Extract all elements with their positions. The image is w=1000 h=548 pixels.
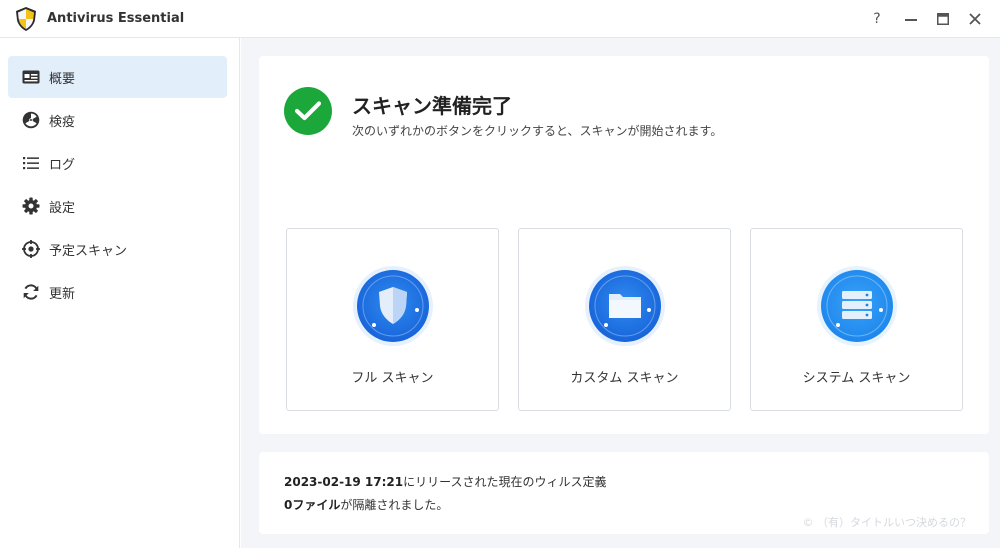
sidebar-item-label: 更新 [49,286,76,302]
sidebar: 概要 検疫 ログ 設定 予定スキャン 更新 [0,38,240,548]
sidebar-item-label: ログ [49,157,76,173]
sidebar-item-settings[interactable]: 設定 [8,185,227,227]
quarantine-count: 0ファイル [284,498,341,512]
definition-text: にリリースされた現在のウィルス定義 [403,475,607,489]
main-content: スキャン準備完了 次のいずれかのボタンをクリックすると、スキャンが開始されます。 [241,38,1000,548]
scan-option-label: カスタム スキャン [570,371,679,386]
close-icon [969,13,981,25]
close-button[interactable] [964,8,986,30]
shield-icon [352,265,434,347]
quarantine-radiation-icon [22,111,40,129]
maximize-icon [937,13,949,25]
sidebar-item-scheduled-scan[interactable]: 予定スキャン [8,228,227,270]
info-panel: 2023-02-19 17:21にリリースされた現在のウィルス定義 0ファイルが… [259,452,989,534]
server-icon [816,265,898,347]
sidebar-item-label: 予定スキャン [49,243,128,259]
app-shield-logo-icon [14,6,38,32]
sidebar-item-overview[interactable]: 概要 [8,56,227,98]
help-button[interactable]: ? [866,8,888,30]
quarantine-info: 0ファイルが隔離されました。 [284,496,448,513]
minimize-button[interactable] [900,8,922,30]
sidebar-item-quarantine[interactable]: 検疫 [8,99,227,141]
quarantine-text: が隔離されました。 [340,498,449,512]
custom-scan-button[interactable]: カスタム スキャン [518,228,731,411]
check-icon [284,87,332,135]
sidebar-item-label: 検疫 [49,114,76,130]
title-bar: Antivirus Essential ? [0,0,1000,38]
scan-panel: スキャン準備完了 次のいずれかのボタンをクリックすると、スキャンが開始されます。 [259,56,989,434]
status-title: スキャン準備完了 [352,94,512,118]
minimize-icon [905,19,917,21]
full-scan-button[interactable]: フル スキャン [286,228,499,411]
sidebar-item-label: 設定 [49,200,76,216]
scan-option-label: システム スキャン [802,371,911,386]
log-list-icon [22,154,40,172]
watermark: © （有）タイトルいつ決めるの？ [802,516,972,529]
update-refresh-icon [22,283,40,301]
system-scan-button[interactable]: システム スキャン [750,228,963,411]
sidebar-item-log[interactable]: ログ [8,142,227,184]
overview-card-icon [22,68,40,86]
scan-option-label: フル スキャン [351,371,434,386]
maximize-button[interactable] [932,8,954,30]
definition-info: 2023-02-19 17:21にリリースされた現在のウィルス定義 [284,473,607,490]
sidebar-item-update[interactable]: 更新 [8,271,227,313]
definition-date: 2023-02-19 17:21 [284,475,404,489]
sidebar-item-label: 概要 [49,71,76,87]
settings-gear-icon [22,197,40,215]
status-subtitle: 次のいずれかのボタンをクリックすると、スキャンが開始されます。 [352,124,723,138]
scheduled-scan-target-icon [22,240,40,258]
app-title: Antivirus Essential [47,11,185,26]
folder-icon [584,265,666,347]
